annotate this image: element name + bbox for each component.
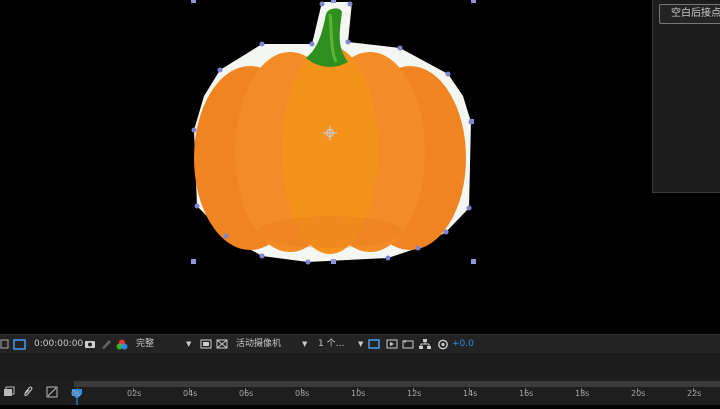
snapshot-camera-icon[interactable] (84, 335, 96, 354)
transparency-toggle-icon[interactable] (216, 335, 228, 354)
graph-editor-icon[interactable] (46, 383, 58, 402)
chevron-down-icon: ▼ (358, 340, 364, 348)
timeline-header (0, 353, 720, 378)
timecode-display[interactable]: 0:00:00:00 (34, 335, 83, 354)
viewer-toolbar: 0:00:00:00 完整 ▼ 活动摄像机 ▼ 1 个… ▼ +0.0 (0, 334, 720, 354)
region-icon[interactable] (0, 335, 10, 354)
ruler-tick-label: 02s (127, 389, 142, 398)
ruler-tick-label: 04s (183, 389, 198, 398)
camera-view-select[interactable]: 活动摄像机 ▼ (236, 335, 308, 354)
ruler-tick-label: 08s (295, 389, 310, 398)
ruler-tick-label: 20s (631, 389, 646, 398)
flowchart-icon[interactable] (419, 335, 431, 354)
exposure-value[interactable]: +0.0 (452, 335, 474, 354)
paperclip-icon[interactable] (22, 383, 34, 402)
timeline-panel: 0s 02s 04s 06s 08s 10s 12s 14s 16s 18s 20s 22s (0, 378, 720, 405)
resolution-select[interactable]: 完整 ▼ (136, 335, 194, 354)
pumpkin-body (194, 46, 466, 254)
transparency-grid-icon[interactable] (13, 335, 27, 354)
ruler-tick-label: 0s (71, 389, 81, 398)
ruler-tick-label: 10s (351, 389, 366, 398)
pixel-aspect-icon[interactable] (368, 335, 380, 354)
pumpkin-layer[interactable] (0, 0, 720, 334)
view-layout-select[interactable]: 1 个… ▼ (318, 335, 364, 354)
ruler-tick-label: 16s (519, 389, 534, 398)
work-area-bar[interactable] (74, 381, 720, 387)
blank-after-keyframe-button[interactable]: 空白后接点 (659, 4, 720, 24)
layer-stack-icon[interactable] (3, 383, 15, 402)
ruler-tick-label: 18s (575, 389, 590, 398)
side-panel: 空白后接点 (652, 0, 720, 193)
ruler-tick-label: 12s (407, 389, 422, 398)
composition-viewer[interactable]: 空白后接点 (0, 0, 720, 334)
chevron-down-icon: ▼ (186, 340, 192, 348)
color-channels-icon[interactable] (116, 335, 128, 354)
ruler-tick-label: 14s (463, 389, 478, 398)
fast-preview-icon[interactable] (386, 335, 398, 354)
ruler-tick-label: 22s (687, 389, 702, 398)
chevron-down-icon: ▼ (302, 340, 308, 348)
timeline-icon[interactable] (402, 335, 414, 354)
ruler-tick-label: 06s (239, 389, 254, 398)
show-snapshot-icon[interactable] (100, 335, 112, 354)
reset-exposure-icon[interactable] (437, 335, 449, 354)
region-of-interest-icon[interactable] (200, 335, 212, 354)
